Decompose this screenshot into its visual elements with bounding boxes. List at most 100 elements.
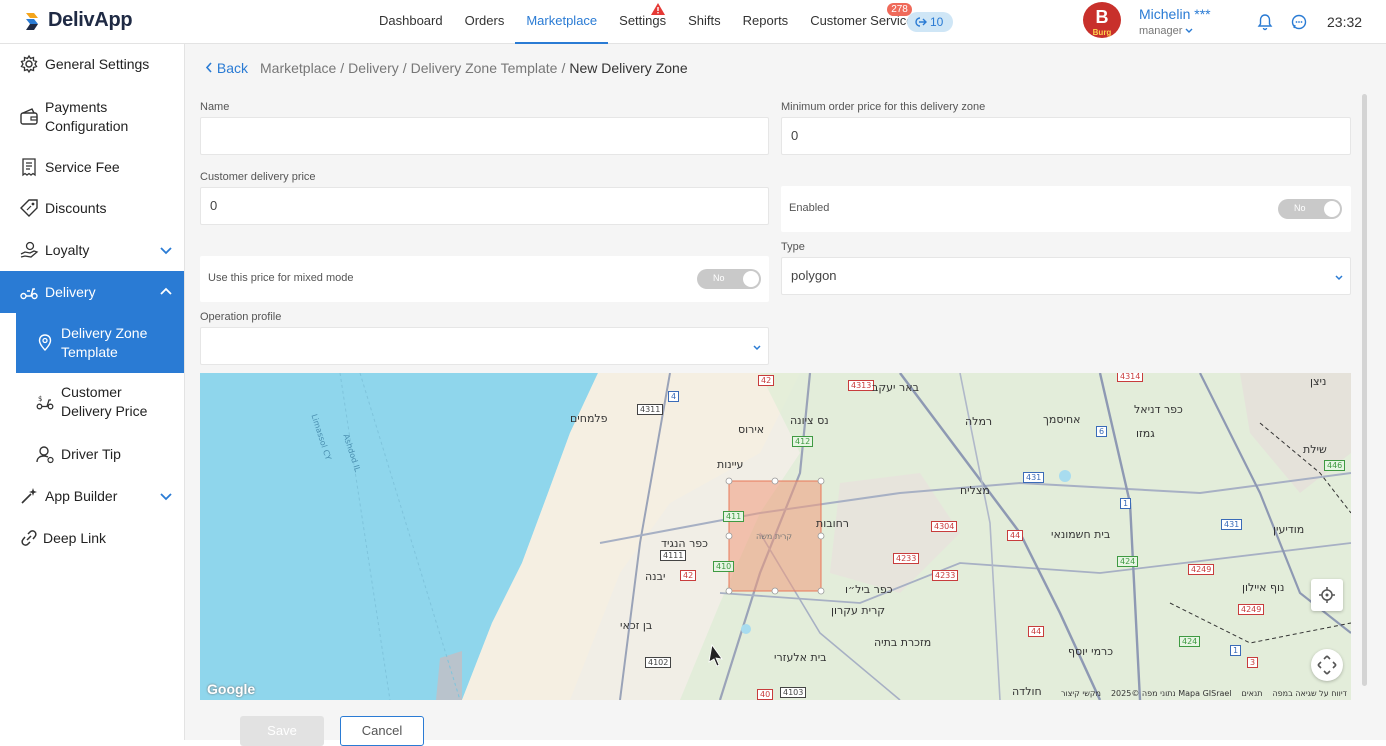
app-name: DelivApp — [48, 9, 133, 31]
sidebar-item-customer-delivery-price[interactable]: $ Customer Delivery Price — [16, 377, 184, 427]
sidebar-item-delivery-zone-template[interactable]: Delivery Zone Template — [16, 313, 184, 373]
sidebar-item-label: Payments Configuration — [45, 99, 129, 134]
road-number: 44 — [1028, 626, 1045, 637]
nav-customer-service[interactable]: Customer Service 278 — [799, 0, 924, 44]
road-number: 431 — [1221, 519, 1243, 530]
sidebar-item-label: Service Fee — [45, 158, 120, 175]
breadcrumb-delivery[interactable]: Delivery — [348, 60, 399, 76]
cancel-button[interactable]: Cancel — [340, 716, 424, 746]
breadcrumb-delivery-zone-template[interactable]: Delivery Zone Template — [411, 60, 558, 76]
road-number: 42 — [758, 375, 775, 386]
sidebar-item-discounts[interactable]: Discounts — [0, 189, 184, 227]
place-label: מזכרת בתיה — [874, 636, 932, 649]
receipt-icon — [22, 158, 36, 177]
chevron-down-icon — [160, 493, 172, 501]
nav-settings[interactable]: Settings — [608, 0, 677, 44]
chevron-down-icon — [1185, 28, 1193, 33]
place-label: בית אלעזרי — [774, 651, 827, 664]
road-number: 4311 — [637, 404, 664, 415]
crosshair-icon — [1319, 587, 1335, 603]
sidebar-item-delivery[interactable]: Delivery — [0, 271, 184, 313]
sidebar-item-general-settings[interactable]: General Settings — [0, 44, 184, 84]
customer-price-input[interactable]: 0 — [200, 187, 769, 225]
scooter-icon — [20, 288, 38, 300]
place-label: כפר דניאל — [1134, 403, 1183, 416]
road-number: 412 — [792, 436, 814, 447]
place-label: קרית עקרון — [831, 604, 886, 617]
customer-service-pill[interactable]: 10 — [907, 12, 953, 32]
place-label: כרמי יוסף — [1068, 645, 1114, 658]
save-button[interactable]: Save — [240, 716, 324, 746]
my-location-button[interactable] — [1311, 579, 1343, 611]
scooter-price-icon: $ — [36, 395, 54, 410]
chat-icon[interactable] — [1290, 13, 1308, 31]
sidebar-item-label: Loyalty — [45, 241, 90, 258]
avatar[interactable]: B Burg — [1083, 2, 1121, 38]
place-label: אירוס — [738, 423, 765, 436]
nav-shifts[interactable]: Shifts — [677, 0, 732, 44]
road-number: 431 — [1023, 472, 1045, 483]
nav-orders[interactable]: Orders — [454, 0, 516, 44]
place-label: חולדה — [1012, 685, 1042, 698]
user-name[interactable]: Michelin *** — [1139, 6, 1211, 22]
nav-reports[interactable]: Reports — [732, 0, 800, 44]
road-number: 4249 — [1238, 604, 1265, 615]
nav-marketplace[interactable]: Marketplace — [515, 0, 609, 44]
name-label: Name — [200, 101, 230, 113]
road-number: 40 — [757, 689, 774, 700]
breadcrumb-marketplace[interactable]: Marketplace — [260, 60, 336, 76]
map-report-link[interactable]: דיווח על שגיאה במפה — [1272, 689, 1347, 698]
sidebar-item-label: Driver Tip — [61, 445, 121, 462]
user-role-label: manager — [1139, 25, 1183, 37]
nav-settings-label: Settings — [619, 13, 667, 28]
map-pin-icon — [38, 334, 52, 351]
driver-icon — [36, 446, 54, 464]
road-number: 4103 — [780, 687, 807, 698]
fullscreen-button[interactable] — [1311, 649, 1343, 681]
mixed-mode-toggle[interactable]: No — [697, 269, 761, 289]
enabled-label: Enabled — [789, 202, 830, 214]
place-label: פלמחים — [570, 412, 608, 425]
scrollbar[interactable] — [1362, 94, 1367, 686]
map-footer: מקשי קיצור נתוני מפה ©2025 Mapa GISrael … — [1061, 689, 1347, 698]
app-logo[interactable]: DelivApp — [24, 9, 133, 32]
place-label: רמלה — [965, 415, 993, 428]
sidebar-item-deep-link[interactable]: Deep Link — [0, 519, 184, 557]
road-number: 4102 — [645, 657, 672, 668]
user-role-dropdown[interactable]: manager — [1139, 25, 1193, 37]
sidebar-item-payments-configuration[interactable]: Payments Configuration — [0, 92, 184, 142]
gear-icon — [20, 54, 38, 74]
sidebar-item-service-fee[interactable]: Service Fee — [0, 148, 184, 186]
place-label: כפר ביל״ו — [845, 583, 893, 596]
type-select[interactable]: polygon — [781, 257, 1351, 295]
enabled-toggle-text: No — [1294, 203, 1306, 213]
sidebar-item-label: Delivery — [45, 283, 96, 300]
sidebar-item-loyalty[interactable]: Loyalty — [0, 231, 184, 269]
road-number: 4304 — [931, 521, 958, 532]
sidebar: General Settings Payments Configuration … — [0, 44, 185, 740]
back-link[interactable]: Back — [205, 60, 248, 76]
place-label: באר יעקב — [872, 381, 919, 394]
map[interactable]: 42 4313 4314 4 4311 412 411 410 4111 42 … — [200, 373, 1351, 700]
road-number: 6 — [1096, 426, 1108, 437]
type-select-value: polygon — [791, 268, 837, 283]
map-terms-link[interactable]: תנאים — [1242, 689, 1263, 698]
enabled-toggle[interactable]: No — [1278, 199, 1342, 219]
bell-icon[interactable] — [1256, 13, 1274, 31]
sidebar-item-app-builder[interactable]: App Builder — [0, 477, 184, 515]
min-order-input[interactable]: 0 — [781, 117, 1351, 155]
mixed-mode-toggle-text: No — [713, 273, 725, 283]
sidebar-item-label: General Settings — [45, 55, 150, 72]
customer-service-badge: 278 — [887, 3, 912, 16]
nav-dashboard[interactable]: Dashboard — [368, 0, 454, 44]
toggle-knob — [743, 271, 759, 287]
place-label: יבנה — [645, 570, 666, 583]
sidebar-item-driver-tip[interactable]: Driver Tip — [16, 435, 184, 473]
map-shortcuts-link[interactable]: מקשי קיצור — [1061, 689, 1101, 698]
move-arrows-icon — [1317, 655, 1337, 675]
name-input[interactable] — [200, 117, 769, 155]
type-label: Type — [781, 241, 805, 253]
breadcrumb-separator: / — [561, 60, 566, 76]
toggle-knob — [1324, 201, 1340, 217]
operation-profile-select[interactable] — [200, 327, 769, 365]
